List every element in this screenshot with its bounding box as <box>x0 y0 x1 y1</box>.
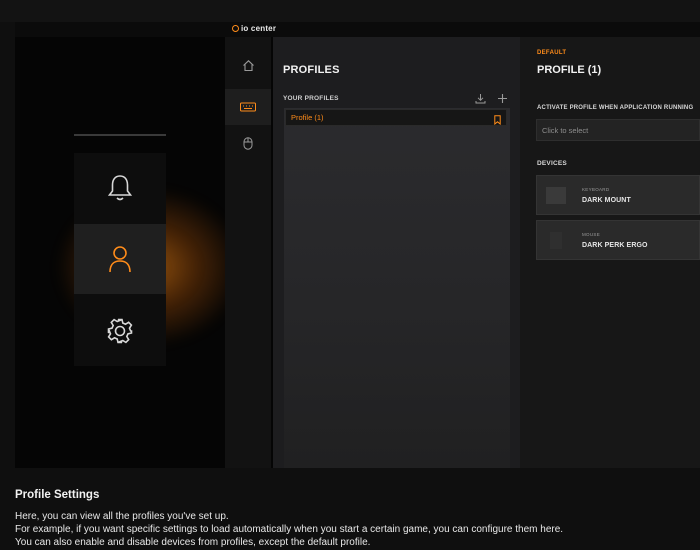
mouse-icon <box>243 136 253 150</box>
profiles-panel: PROFILES YOUR PROFILES Profile (1) <box>273 37 520 468</box>
brand-logo-icon <box>232 25 239 32</box>
your-profiles-label: YOUR PROFILES <box>283 95 339 102</box>
tutorial-nav-settings[interactable] <box>74 296 166 366</box>
device-name: DARK MOUNT <box>582 197 631 204</box>
rail-keyboard[interactable] <box>225 89 271 125</box>
top-strip <box>0 0 700 22</box>
caption-line: Here, you can view all the profiles you'… <box>15 511 229 522</box>
device-type: MOUSE <box>582 232 601 237</box>
mouse-thumbnail <box>550 232 562 249</box>
activate-profile-label: ACTIVATE PROFILE WHEN APPLICATION RUNNIN… <box>537 105 694 111</box>
tutorial-nav <box>74 153 166 366</box>
tutorial-divider <box>74 134 166 136</box>
application-select-placeholder: Click to select <box>542 126 589 135</box>
device-rail <box>225 37 271 468</box>
plus-icon <box>497 93 507 103</box>
caption-line: You can also enable and disable devices … <box>15 537 371 548</box>
brand-name: io center <box>241 24 277 33</box>
add-profile-button[interactable] <box>495 91 509 105</box>
default-tag: DEFAULT <box>537 50 567 56</box>
caption-line: For example, if you want specific settin… <box>15 524 564 535</box>
app-window: io center PROFILES YOUR PROFILES Profile… <box>15 22 700 468</box>
import-profile-button[interactable] <box>473 91 487 105</box>
download-icon <box>475 93 485 103</box>
bookmark-icon[interactable] <box>494 112 501 130</box>
profiles-list: Profile (1) <box>284 108 510 468</box>
rail-home[interactable] <box>225 47 271 83</box>
caption-heading: Profile Settings <box>15 489 100 501</box>
device-type: KEYBOARD <box>582 187 610 192</box>
application-select[interactable]: Click to select <box>536 119 700 141</box>
rail-mouse[interactable] <box>225 125 271 161</box>
profiles-title: PROFILES <box>283 64 340 76</box>
devices-label: DEVICES <box>537 160 567 167</box>
user-icon <box>109 246 131 273</box>
home-icon <box>242 59 254 71</box>
tutorial-caption: Profile Settings Here, you can view all … <box>15 489 695 549</box>
device-card-keyboard[interactable]: KEYBOARD DARK MOUNT <box>536 175 700 215</box>
gear-icon <box>107 318 133 344</box>
tutorial-nav-notifications[interactable] <box>74 153 166 223</box>
profile-title: PROFILE (1) <box>537 64 602 76</box>
brand: io center <box>232 24 276 33</box>
keyboard-thumbnail <box>546 187 566 204</box>
tutorial-nav-profiles[interactable] <box>74 224 166 294</box>
device-name: DARK PERK ERGO <box>582 242 648 249</box>
keyboard-icon <box>240 102 256 112</box>
profile-details-panel: DEFAULT PROFILE (1) ACTIVATE PROFILE WHE… <box>520 37 700 468</box>
profile-list-item[interactable]: Profile (1) <box>285 109 507 126</box>
device-card-mouse[interactable]: MOUSE DARK PERK ERGO <box>536 220 700 260</box>
profile-name: Profile (1) <box>291 113 324 122</box>
bell-icon <box>107 175 133 201</box>
